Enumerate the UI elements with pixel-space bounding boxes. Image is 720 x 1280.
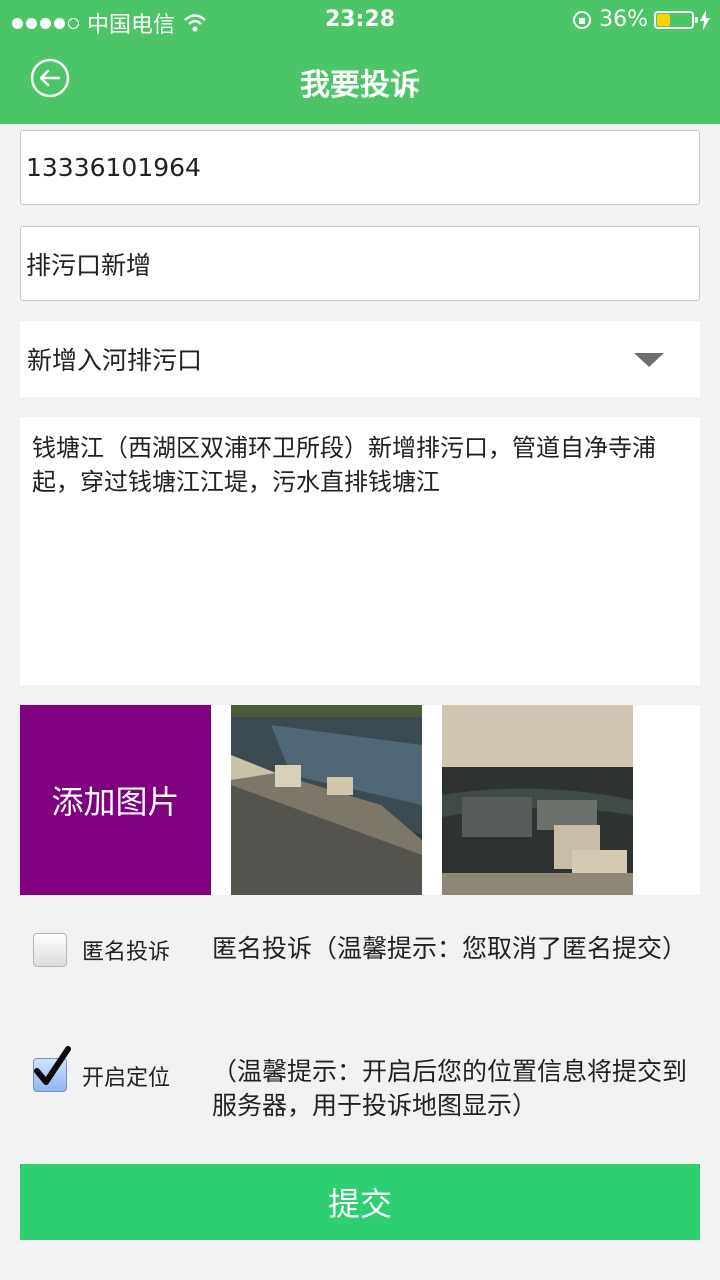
battery-level (657, 13, 670, 26)
location-label: 开启定位 (82, 1066, 171, 1091)
complaint-title-field[interactable]: 排污口新增 (20, 226, 700, 301)
battery-icon (654, 10, 698, 29)
battery-percent: 36% (599, 7, 648, 32)
phone-field[interactable]: 13336101964 (20, 130, 700, 205)
riverbank-photo-image (231, 705, 422, 895)
submit-button[interactable]: 提交 (20, 1164, 700, 1240)
nav-bar: 我要投诉 (0, 40, 720, 124)
category-select[interactable]: 新增入河排污口 (20, 321, 700, 397)
anonymous-checkbox[interactable] (33, 933, 67, 967)
description-text: 钱塘江（西湖区双浦环卫所段）新增排污口，管道自净寺浦起，穿过钱塘江江堤，污水直排… (32, 434, 656, 496)
photo-thumbnail[interactable] (231, 705, 422, 895)
anonymous-label: 匿名投诉 (82, 940, 171, 965)
outfall-photo-image (442, 705, 633, 895)
checkmark-icon (34, 1046, 71, 1085)
anonymous-hint: 匿名投诉（温馨提示：您取消了匿名提交） (212, 934, 688, 963)
rotation-lock-icon (573, 10, 592, 29)
category-selected-value: 新增入河排污口 (27, 346, 203, 375)
description-textarea[interactable]: 钱塘江（西湖区双浦环卫所段）新增排污口，管道自净寺浦起，穿过钱塘江江堤，污水直排… (20, 417, 700, 685)
status-bar: 中国电信 23:28 36% (0, 0, 720, 40)
add-photo-button[interactable]: 添加图片 (20, 705, 211, 895)
dropdown-caret-icon (634, 353, 664, 367)
status-right: 36% (571, 7, 710, 32)
location-checkbox[interactable] (33, 1046, 71, 1092)
location-hint: （温馨提示：开启后您的位置信息将提交到服务器，用于投诉地图显示） (212, 1057, 688, 1120)
charging-icon (700, 9, 710, 30)
photo-thumbnail[interactable] (442, 705, 633, 895)
page-title: 我要投诉 (300, 68, 420, 103)
